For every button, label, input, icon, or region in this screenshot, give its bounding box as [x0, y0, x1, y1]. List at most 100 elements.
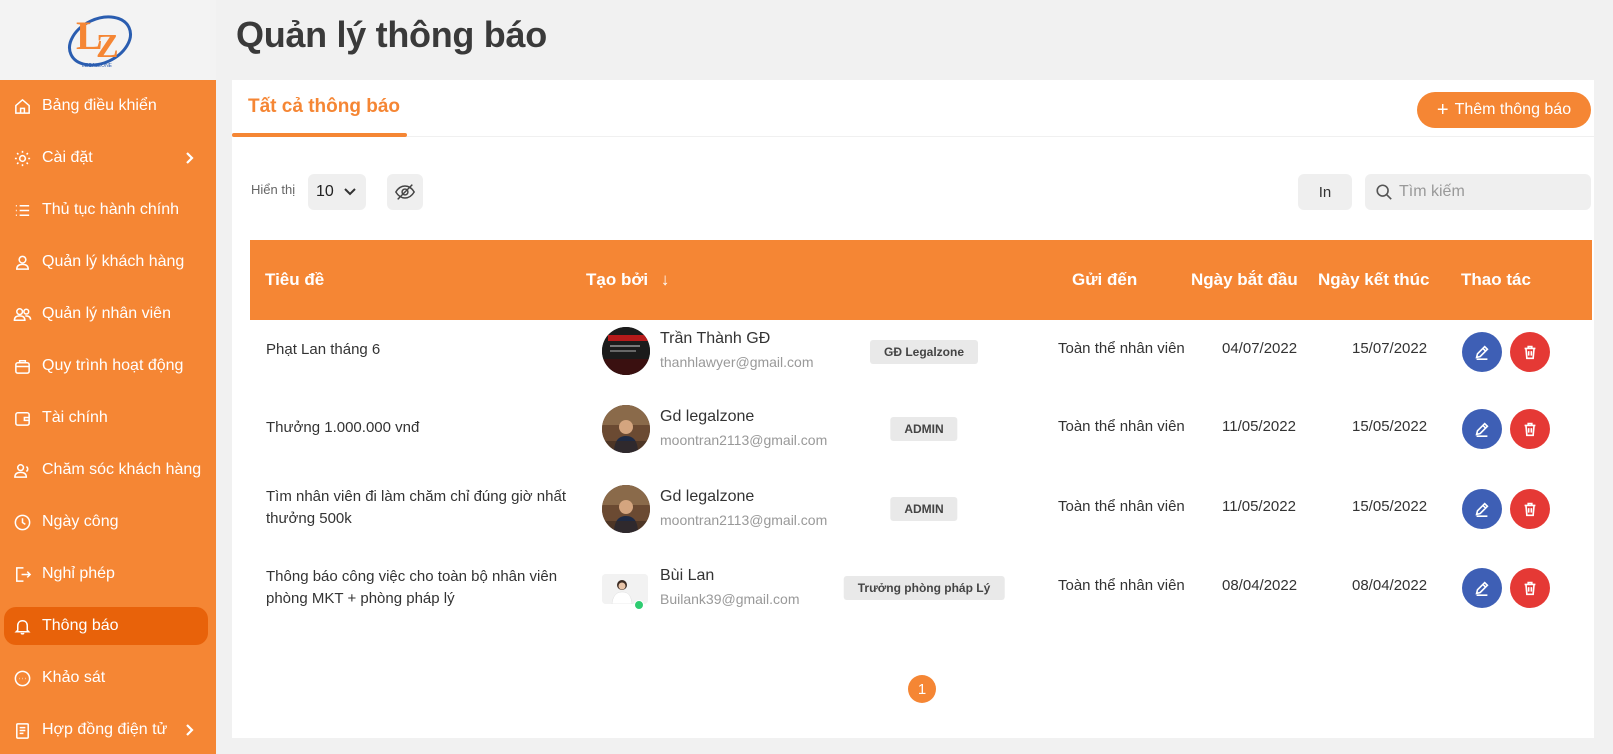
- user-icon: [12, 252, 32, 272]
- sidebar-item-label: Khảo sát: [42, 669, 106, 686]
- column-end-date[interactable]: Ngày kết thúc: [1318, 270, 1429, 290]
- column-send-to[interactable]: Gửi đến: [1072, 270, 1137, 290]
- sidebar-item-finance[interactable]: Tài chính: [0, 392, 216, 444]
- edit-button[interactable]: [1462, 568, 1502, 608]
- chat-icon: [12, 668, 32, 688]
- creator-email: thanhlawyer@gmail.com: [660, 354, 814, 370]
- sidebar-item-workflow[interactable]: Quy trình hoạt động: [0, 340, 216, 392]
- page-size-value: 10: [316, 183, 334, 200]
- document-icon: [12, 720, 32, 740]
- delete-button[interactable]: [1510, 489, 1550, 529]
- pencil-icon: [1475, 502, 1489, 518]
- eye-off-icon: [394, 184, 416, 200]
- sidebar-item-label: Quy trình hoạt động: [42, 357, 184, 374]
- svg-text:LEGALZONE: LEGALZONE: [82, 63, 113, 69]
- bell-icon: [12, 616, 32, 636]
- avatar: [602, 485, 650, 533]
- notification-title: Thưởng 1.000.000 vnđ: [266, 419, 420, 436]
- sidebar: Bảng điều khiển Cài đặt Thủ tục hành chí…: [0, 80, 216, 754]
- sidebar-item-label: Quản lý khách hàng: [42, 253, 185, 270]
- creator-name: Bùi Lan: [660, 567, 715, 584]
- column-created-by-label: Tạo bởi: [586, 270, 649, 289]
- toggle-columns-button[interactable]: [387, 174, 423, 210]
- sidebar-item-label: Thông báo: [42, 617, 119, 634]
- send-to: Toàn thể nhân viên: [1058, 498, 1185, 515]
- column-created-by[interactable]: Tạo bởi ↓: [586, 270, 669, 290]
- add-notification-button[interactable]: + Thêm thông báo: [1417, 92, 1591, 128]
- box-icon: [12, 356, 32, 376]
- table-row: Thưởng 1.000.000 vnđ Gd legalzone moontr…: [250, 400, 1592, 480]
- notifications-card: Tất cả thông báo + Thêm thông báo Hiển t…: [232, 80, 1594, 738]
- user-care-icon: [12, 460, 32, 480]
- role-badge: ADMIN: [890, 417, 958, 441]
- search-box[interactable]: [1365, 174, 1591, 210]
- sidebar-item-notifications[interactable]: Thông báo: [0, 600, 216, 652]
- sidebar-item-settings[interactable]: Cài đặt: [0, 132, 216, 184]
- print-button[interactable]: In: [1298, 174, 1352, 210]
- trash-icon: [1524, 422, 1536, 437]
- sidebar-item-label: Bảng điều khiển: [42, 97, 157, 114]
- sidebar-item-procedures[interactable]: Thủ tục hành chính: [0, 184, 216, 236]
- online-status-dot: [634, 600, 644, 610]
- start-date: 04/07/2022: [1222, 340, 1298, 357]
- send-to: Toàn thể nhân viên: [1058, 340, 1185, 357]
- sidebar-item-label: Nghỉ phép: [42, 565, 115, 582]
- list-icon: [12, 200, 32, 220]
- sidebar-item-survey[interactable]: Khảo sát: [0, 652, 216, 704]
- sidebar-item-customer-care[interactable]: Chăm sóc khách hàng: [0, 444, 216, 496]
- delete-button[interactable]: [1510, 568, 1550, 608]
- edit-button[interactable]: [1462, 332, 1502, 372]
- pencil-icon: [1475, 581, 1489, 597]
- edit-button[interactable]: [1462, 489, 1502, 529]
- end-date: 15/07/2022: [1352, 340, 1428, 357]
- gear-icon: [12, 148, 32, 168]
- plus-icon: +: [1436, 99, 1449, 121]
- notification-title: Thông báo công việc cho toàn bộ nhân viê…: [266, 568, 558, 607]
- legalzone-logo[interactable]: L Z LEGALZONE: [62, 7, 134, 73]
- logo-area: L Z LEGALZONE: [0, 0, 216, 80]
- add-notification-label: Thêm thông báo: [1454, 101, 1572, 118]
- table-row: Thông báo công việc cho toàn bộ nhân viê…: [250, 560, 1592, 640]
- sidebar-item-employees[interactable]: Quản lý nhân viên: [0, 288, 216, 340]
- home-icon: [12, 96, 32, 116]
- pagination-page-1[interactable]: 1: [908, 675, 936, 703]
- creator-name: Gd legalzone: [660, 408, 755, 425]
- table-header: Tiêu đề Tạo bởi ↓ Gửi đến Ngày bắt đầu N…: [250, 240, 1592, 320]
- end-date: 08/04/2022: [1352, 577, 1428, 594]
- search-input[interactable]: [1399, 183, 1579, 201]
- chevron-right-icon: [182, 151, 196, 165]
- role-badge: Trưởng phòng pháp Lý: [843, 576, 1005, 600]
- start-date: 08/04/2022: [1222, 577, 1298, 594]
- sidebar-item-leave[interactable]: Nghỉ phép: [0, 548, 216, 600]
- delete-button[interactable]: [1510, 409, 1550, 449]
- notification-title: Phạt Lan tháng 6: [266, 341, 381, 358]
- table-row: Tìm nhân viên đi làm chăm chỉ đúng giờ n…: [250, 480, 1592, 560]
- search-icon: [1376, 184, 1392, 200]
- column-start-date[interactable]: Ngày bắt đầu: [1191, 270, 1298, 290]
- trash-icon: [1524, 502, 1536, 517]
- creator-email: moontran2113@gmail.com: [660, 512, 828, 528]
- send-to: Toàn thể nhân viên: [1058, 418, 1185, 435]
- delete-button[interactable]: [1510, 332, 1550, 372]
- column-actions: Thao tác: [1461, 270, 1531, 289]
- clock-icon: [12, 512, 32, 532]
- users-icon: [12, 304, 32, 324]
- edit-button[interactable]: [1462, 409, 1502, 449]
- chevron-down-icon: [344, 188, 356, 196]
- tab-all-notifications[interactable]: Tất cả thông báo: [248, 96, 400, 118]
- sidebar-item-label: Chăm sóc khách hàng: [42, 461, 202, 478]
- creator-name: Trần Thành GĐ: [660, 330, 771, 347]
- sidebar-item-e-contract[interactable]: Hợp đồng điện tử: [0, 704, 216, 754]
- trash-icon: [1524, 345, 1536, 360]
- logout-icon: [12, 564, 32, 584]
- sidebar-item-customers[interactable]: Quản lý khách hàng: [0, 236, 216, 288]
- sidebar-item-workdays[interactable]: Ngày công: [0, 496, 216, 548]
- role-badge: ADMIN: [890, 497, 958, 521]
- sort-arrow-icon: ↓: [660, 270, 670, 289]
- page-size-select[interactable]: 10: [308, 174, 366, 210]
- end-date: 15/05/2022: [1352, 498, 1428, 515]
- sidebar-item-dashboard[interactable]: Bảng điều khiển: [0, 80, 216, 132]
- column-title[interactable]: Tiêu đề: [265, 270, 324, 290]
- tab-active-indicator: [232, 133, 407, 137]
- table-row: Phạt Lan tháng 6 Trần Thành GĐ thanhlawy…: [250, 320, 1592, 400]
